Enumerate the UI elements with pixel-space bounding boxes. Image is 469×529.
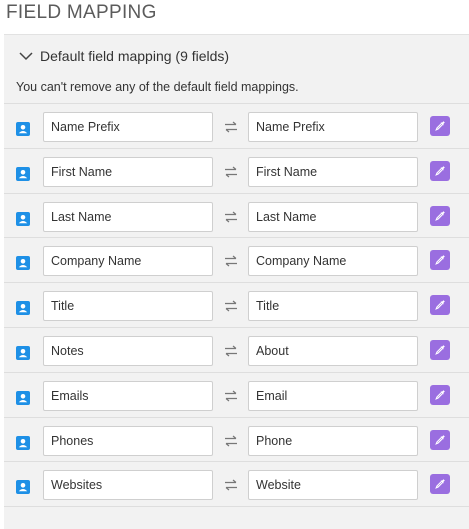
edit-mapping-button[interactable] (430, 295, 450, 316)
source-field[interactable]: Company Name (43, 246, 213, 277)
source-field[interactable]: Name Prefix (43, 112, 213, 142)
row-divider (4, 506, 469, 508)
eyedropper-icon (435, 255, 445, 266)
target-field[interactable]: First Name (248, 156, 418, 187)
swap-arrows-icon (225, 166, 237, 178)
target-field[interactable]: Website (248, 470, 418, 501)
contact-card-icon (16, 211, 30, 226)
row-divider (4, 237, 469, 239)
contact-card-icon (16, 435, 30, 450)
edit-mapping-button[interactable] (430, 340, 450, 360)
edit-mapping-button[interactable] (430, 474, 450, 495)
source-field[interactable]: Emails (43, 380, 213, 411)
eyedropper-icon (435, 300, 445, 311)
contact-card-icon (16, 166, 30, 181)
contact-card-icon (16, 480, 30, 495)
swap-arrows-icon (225, 479, 237, 491)
section-title: Default field mapping (9 fields) (40, 48, 230, 64)
row-divider (4, 327, 469, 328)
contact-card-icon (16, 256, 30, 271)
row-divider (4, 192, 469, 194)
section-note: You can't remove any of the default fiel… (16, 80, 299, 94)
eyedropper-icon (435, 121, 445, 131)
chevron-down-icon (19, 52, 33, 61)
row-divider (4, 147, 469, 149)
row-divider (4, 103, 469, 104)
eyedropper-icon (435, 389, 445, 400)
source-field[interactable]: Title (43, 291, 213, 322)
edit-mapping-button[interactable] (430, 116, 450, 136)
contact-card-icon (16, 301, 30, 316)
swap-arrows-icon (225, 211, 237, 223)
row-divider (4, 282, 469, 284)
target-field[interactable]: Phone (248, 425, 418, 456)
source-field[interactable]: Notes (43, 336, 213, 366)
contact-card-icon (16, 122, 30, 136)
swap-arrows-icon (225, 121, 237, 133)
page-title: FIELD MAPPING (6, 2, 157, 23)
row-divider (4, 416, 469, 418)
target-field[interactable]: Company Name (248, 246, 418, 277)
row-divider (4, 461, 469, 463)
target-field[interactable]: Name Prefix (248, 112, 418, 142)
swap-arrows-icon (225, 300, 237, 312)
edit-mapping-button[interactable] (430, 429, 450, 450)
swap-arrows-icon (225, 345, 237, 357)
source-field[interactable]: Websites (43, 470, 213, 501)
section-toggle[interactable]: Default field mapping (9 fields) (18, 46, 229, 66)
eyedropper-icon (435, 345, 445, 355)
edit-mapping-button[interactable] (430, 250, 450, 271)
contact-card-icon (16, 390, 30, 405)
swap-arrows-icon (225, 435, 237, 447)
edit-mapping-button[interactable] (430, 160, 450, 181)
eyedropper-icon (435, 165, 445, 176)
source-field[interactable]: First Name (43, 156, 213, 187)
row-divider (4, 371, 469, 373)
target-field[interactable]: About (248, 336, 418, 366)
eyedropper-icon (435, 434, 445, 445)
target-field[interactable]: Title (248, 291, 418, 322)
contact-card-icon (16, 346, 30, 360)
source-field[interactable]: Phones (43, 425, 213, 456)
eyedropper-icon (435, 210, 445, 221)
source-field[interactable]: Last Name (43, 201, 213, 232)
target-field[interactable]: Email (248, 380, 418, 411)
swap-arrows-icon (225, 255, 237, 267)
edit-mapping-button[interactable] (430, 205, 450, 226)
edit-mapping-button[interactable] (430, 384, 450, 405)
eyedropper-icon (435, 479, 445, 490)
swap-arrows-icon (225, 390, 237, 402)
target-field[interactable]: Last Name (248, 201, 418, 232)
